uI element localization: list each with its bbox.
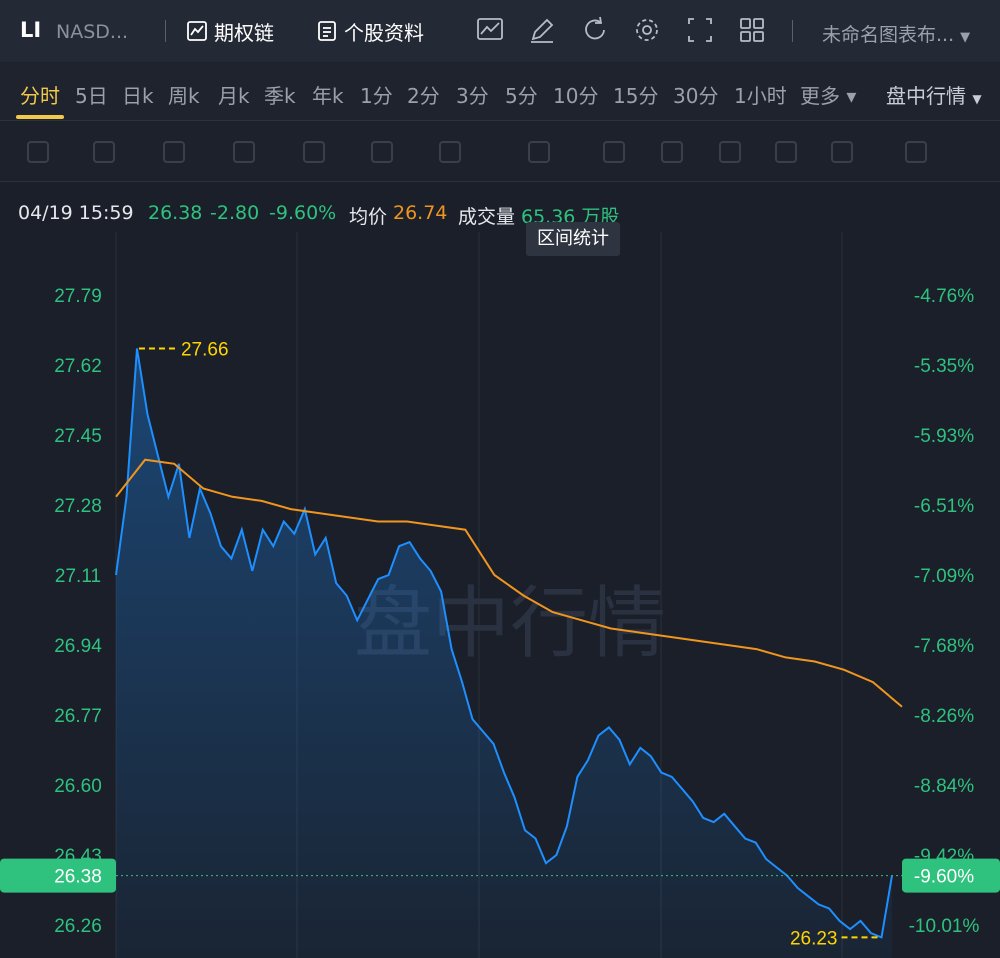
- last-pct-badge-label: -9.60%: [914, 867, 974, 888]
- tab-15[interactable]: 更多 ▾: [800, 80, 856, 109]
- options-chain-button[interactable]: 期权链: [186, 14, 274, 48]
- avg-price-value: 26.74: [393, 202, 448, 224]
- high-price-label: 27.66: [181, 340, 229, 361]
- tab-7[interactable]: 1分: [360, 80, 393, 109]
- y-axis-price-label: 27.11: [55, 566, 101, 587]
- dropdown-caret-icon: ▼: [960, 30, 971, 45]
- brush-tool-icon[interactable]: [598, 137, 634, 167]
- low-price-label: 26.23: [790, 928, 838, 949]
- y-axis-pct-label: -6.51%: [914, 496, 974, 517]
- tab-4[interactable]: 月k: [218, 80, 250, 109]
- tab-9[interactable]: 3分: [456, 80, 489, 109]
- y-axis-pct-label: -5.35%: [914, 356, 974, 377]
- y-axis-price-label: 27.79: [54, 286, 102, 307]
- line-tool-icon[interactable]: [22, 137, 58, 167]
- stock-info-label: 个股资料: [344, 20, 424, 45]
- tab-13[interactable]: 30分: [673, 80, 718, 109]
- y-axis-pct-label: -4.76%: [914, 286, 974, 307]
- y-axis-price-label: 27.28: [54, 496, 102, 517]
- eye-icon[interactable]: [714, 137, 750, 167]
- gear-icon[interactable]: [632, 14, 662, 46]
- tab-3[interactable]: 周k: [168, 80, 200, 109]
- last-price-badge-label: 26.38: [54, 867, 102, 888]
- intraday-chart[interactable]: 盘中行情27.79 -4.76%27.62 -5.35%27.45 -5.93%27.…: [0, 232, 1000, 958]
- quote-datetime: 04/19 15:59: [18, 202, 134, 224]
- drawing-toolbar: [0, 121, 1000, 182]
- top-toolbar: LI NASD... 期权链 个股资料 未命名图表布... ▼: [0, 0, 1000, 62]
- y-axis-pct-label: -8.84%: [914, 776, 974, 797]
- symbol-label[interactable]: LI: [20, 18, 41, 42]
- toolbar-divider: [792, 20, 793, 42]
- intraday-menu[interactable]: 盘中行情 ▼: [886, 80, 982, 109]
- volume-label: 成交量: [458, 206, 516, 228]
- options-chain-icon: [187, 21, 207, 41]
- y-axis-price-label: 27.45: [54, 426, 102, 447]
- quote-price: 26.38: [148, 202, 203, 224]
- tab-0[interactable]: 分时: [20, 80, 60, 109]
- layout-selector[interactable]: 未命名图表布... ▼: [822, 20, 970, 47]
- tab-12[interactable]: 15分: [613, 80, 658, 109]
- trash-icon[interactable]: [900, 137, 936, 167]
- tab-1[interactable]: 5日: [75, 80, 108, 109]
- y-axis-price-label: 26.94: [54, 636, 102, 657]
- tab-10[interactable]: 5分: [505, 80, 538, 109]
- fib-tool-icon[interactable]: [228, 137, 264, 167]
- range-stats-tooltip: 区间统计: [526, 222, 620, 256]
- avg-price-label: 均价: [349, 206, 388, 228]
- lock-icon[interactable]: [656, 137, 692, 167]
- tab-5[interactable]: 季k: [264, 80, 296, 109]
- tab-8[interactable]: 2分: [407, 80, 440, 109]
- y-axis-pct-label: -5.93%: [914, 426, 974, 447]
- fullscreen-icon[interactable]: [685, 14, 715, 46]
- options-chain-label: 期权链: [214, 20, 274, 45]
- y-axis-pct-label: -7.68%: [914, 636, 974, 657]
- dropdown-caret-icon: ▼: [972, 92, 982, 106]
- refresh-icon[interactable]: [580, 14, 610, 46]
- y-axis-price-label: 26.60: [54, 776, 102, 797]
- toolbar-divider: [165, 20, 166, 42]
- draw-pen-icon[interactable]: [527, 14, 557, 46]
- document-icon: [318, 21, 336, 41]
- arrow-tool-icon[interactable]: [298, 137, 334, 167]
- quote-change: -2.80: [210, 202, 260, 224]
- chart-style-icon[interactable]: [475, 14, 505, 46]
- y-axis-price-label: 26.26: [54, 916, 102, 937]
- magnet-icon[interactable]: [770, 137, 806, 167]
- stock-info-button[interactable]: 个股资料: [316, 14, 424, 48]
- text-tool-icon[interactable]: [434, 137, 470, 167]
- y-axis-pct-label: -10.01%: [909, 916, 980, 937]
- y-axis-price-label: 26.77: [54, 706, 102, 727]
- tab-6[interactable]: 年k: [312, 80, 344, 109]
- y-axis-price-label: 27.62: [54, 356, 102, 377]
- measure-tool-icon[interactable]: [366, 137, 402, 167]
- period-tabs: 分时 5日 日k 周k 月k 季k 年k 1分 2分 3分 5分 10分 15分 30分 1小时 更多 ▾: [0, 62, 1000, 121]
- indicator-tool-icon[interactable]: [523, 137, 559, 167]
- tab-14[interactable]: 1小时: [734, 80, 787, 109]
- y-axis-pct-label: -7.09%: [914, 566, 974, 587]
- tab-11[interactable]: 10分: [553, 80, 598, 109]
- grid-layout-icon[interactable]: [737, 14, 767, 46]
- layout-name: 未命名图表布...: [822, 24, 955, 46]
- tab-2[interactable]: 日k: [122, 80, 154, 109]
- rect-tool-icon[interactable]: [88, 137, 124, 167]
- quote-change-pct: -9.60%: [269, 202, 337, 224]
- exchange-label: NASD...: [56, 21, 129, 43]
- copy-icon[interactable]: [826, 137, 862, 167]
- pattern-tool-icon[interactable]: [158, 137, 194, 167]
- intraday-menu-label: 盘中行情: [886, 84, 966, 108]
- active-tab-indicator: [16, 115, 64, 119]
- y-axis-pct-label: -8.26%: [914, 706, 974, 727]
